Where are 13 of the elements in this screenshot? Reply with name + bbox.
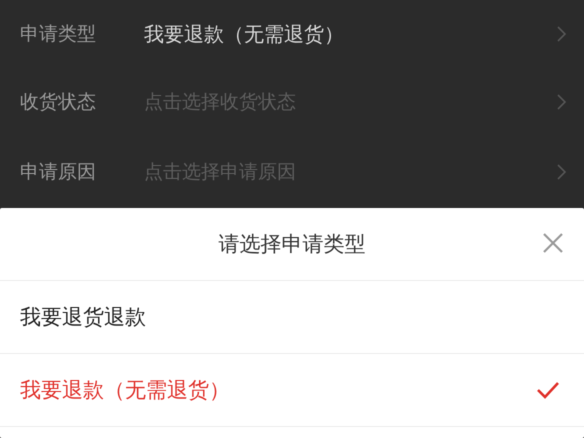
chevron-right-icon [557,26,566,42]
option-item[interactable]: 我要退款（无需退货） [0,354,584,427]
field-label: 申请类型 [20,22,97,48]
checkmark-icon [536,381,560,399]
field-label: 收货状态 [20,90,97,116]
option-item[interactable]: 我要退货退款 [0,281,584,354]
field-value: 我要退款（无需退货） [144,20,345,48]
form-row[interactable]: 申请类型 我要退款（无需退货） [0,0,584,68]
chevron-right-icon [557,94,566,110]
close-icon[interactable] [542,232,564,254]
field-label: 申请原因 [20,160,97,186]
chevron-right-icon [557,164,566,180]
sheet-title: 请选择申请类型 [218,231,366,258]
